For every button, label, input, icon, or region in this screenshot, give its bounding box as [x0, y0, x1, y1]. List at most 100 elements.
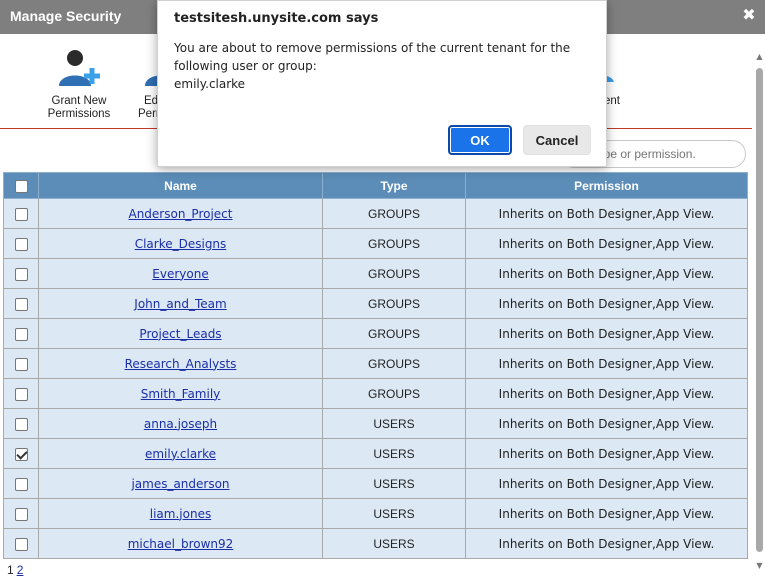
permission-cell: Inherits on Both Designer,App View. — [465, 348, 748, 379]
row-select-cell — [3, 228, 39, 259]
name-link[interactable]: Smith_Family — [141, 387, 221, 401]
name-link[interactable]: anna.joseph — [144, 417, 217, 431]
table-header-row: Name Type Permission — [3, 172, 748, 199]
row-checkbox[interactable] — [14, 387, 28, 401]
permission-cell: Inherits on Both Designer,App View. — [465, 198, 748, 229]
scrollbar-thumb[interactable] — [756, 68, 763, 552]
table-row: John_and_Team GROUPS Inherits on Both Desi… — [3, 288, 748, 319]
row-select-cell — [3, 348, 39, 379]
name-link[interactable]: Clarke_Designs — [135, 237, 227, 251]
permission-cell: Inherits on Both Designer,App View. — [465, 378, 748, 409]
column-header-type[interactable]: Type — [322, 172, 466, 199]
type-cell: USERS — [322, 408, 466, 439]
table-row: anna.joseph USERS Inherits on Both Designe… — [3, 408, 748, 439]
name-cell: anna.joseph — [38, 408, 323, 439]
type-cell: GROUPS — [322, 228, 466, 259]
row-checkbox[interactable] — [14, 537, 28, 551]
scroll-down-icon[interactable]: ▼ — [755, 561, 764, 570]
table-row: emily.clarke USERS Inherits on Both Design… — [3, 438, 748, 469]
name-cell: michael_brown92 — [38, 528, 323, 559]
row-checkbox[interactable] — [14, 327, 28, 341]
row-checkbox[interactable] — [14, 237, 28, 251]
row-select-cell — [3, 528, 39, 559]
row-select-cell — [3, 408, 39, 439]
row-checkbox[interactable] — [14, 477, 28, 491]
dialog-message-text: You are about to remove permissions of t… — [174, 41, 571, 73]
permission-cell: Inherits on Both Designer,App View. — [465, 498, 748, 529]
permission-cell: Inherits on Both Designer,App View. — [465, 468, 748, 499]
name-link[interactable]: james_anderson — [131, 477, 229, 491]
select-all-checkbox[interactable] — [14, 179, 28, 193]
name-link[interactable]: Project_Leads — [139, 327, 221, 341]
name-cell: james_anderson — [38, 468, 323, 499]
row-checkbox[interactable] — [14, 297, 28, 311]
dialog-title: testsitesh.unysite.com says — [174, 11, 379, 26]
row-checkbox[interactable] — [14, 267, 28, 281]
type-cell: USERS — [322, 528, 466, 559]
grant-new-permissions-button[interactable]: Grant New Permissions — [39, 44, 119, 121]
name-cell: Clarke_Designs — [38, 228, 323, 259]
edit-permissions-button[interactable]: Ed Pern — [127, 44, 157, 121]
edit-permissions-label-line1: Ed — [144, 95, 157, 107]
row-checkbox[interactable] — [14, 507, 28, 521]
name-link[interactable]: michael_brown92 — [128, 537, 234, 551]
row-checkbox[interactable] — [14, 357, 28, 371]
type-cell: GROUPS — [322, 378, 466, 409]
user-edit-icon — [145, 75, 157, 86]
table-row: Project_Leads GROUPS Inherits on Both Desi… — [3, 318, 748, 349]
table-row: Clarke_Designs GROUPS Inherits on Both Des… — [3, 228, 748, 259]
vertical-scrollbar[interactable]: ▲ ▼ — [754, 52, 764, 570]
name-cell: Everyone — [38, 258, 323, 289]
permission-cell: Inherits on Both Designer,App View. — [465, 318, 748, 349]
cancel-button[interactable]: Cancel — [523, 125, 591, 155]
permission-cell: Inherits on Both Designer,App View. — [465, 438, 748, 469]
row-checkbox[interactable] — [14, 417, 28, 431]
name-link[interactable]: Research_Analysts — [125, 357, 237, 371]
pager: 12 — [7, 563, 23, 577]
name-link[interactable]: liam.jones — [150, 507, 211, 521]
type-cell: GROUPS — [322, 258, 466, 289]
close-icon[interactable]: ✖ — [741, 7, 757, 23]
row-select-cell — [3, 258, 39, 289]
name-cell: liam.jones — [38, 498, 323, 529]
row-checkbox[interactable] — [14, 447, 28, 461]
pager-current-page: 1 — [7, 563, 14, 577]
row-select-cell — [3, 318, 39, 349]
table-row: Anderson_Project GROUPS Inherits on Both D… — [3, 198, 748, 229]
window-title: Manage Security — [10, 8, 122, 24]
row-select-cell — [3, 378, 39, 409]
name-cell: emily.clarke — [38, 438, 323, 469]
column-header-name[interactable]: Name — [38, 172, 323, 199]
pager-page-link[interactable]: 2 — [17, 563, 24, 577]
table-row: Smith_Family GROUPS Inherits on Both Desig… — [3, 378, 748, 409]
dialog-message: You are about to remove permissions of t… — [174, 39, 584, 93]
row-select-cell — [3, 438, 39, 469]
type-cell: USERS — [322, 498, 466, 529]
row-select-cell — [3, 468, 39, 499]
permission-cell: Inherits on Both Designer,App View. — [465, 408, 748, 439]
grant-new-permissions-label: Grant New Permissions — [47, 95, 111, 120]
type-cell: GROUPS — [322, 348, 466, 379]
name-link[interactable]: Anderson_Project — [128, 207, 232, 221]
type-cell: USERS — [322, 438, 466, 469]
user-add-icon — [59, 50, 100, 86]
ok-button[interactable]: OK — [448, 125, 512, 155]
permissions-table: Name Type Permission Anderson_Project GRO… — [3, 172, 748, 559]
type-cell: USERS — [322, 468, 466, 499]
name-link[interactable]: John_and_Team — [134, 297, 226, 311]
permission-cell: Inherits on Both Designer,App View. — [465, 228, 748, 259]
table-row: liam.jones USERS Inherits on Both Designer… — [3, 498, 748, 529]
row-select-cell — [3, 288, 39, 319]
column-header-permission[interactable]: Permission — [465, 172, 748, 199]
name-link[interactable]: emily.clarke — [145, 447, 216, 461]
row-select-cell — [3, 198, 39, 229]
name-link[interactable]: Everyone — [152, 267, 208, 281]
scroll-up-icon[interactable]: ▲ — [755, 52, 764, 61]
row-checkbox[interactable] — [14, 207, 28, 221]
row-select-cell — [3, 498, 39, 529]
type-cell: GROUPS — [322, 198, 466, 229]
name-cell: Smith_Family — [38, 378, 323, 409]
table-row: michael_brown92 USERS Inherits on Both Des… — [3, 528, 748, 559]
table-row: james_anderson USERS Inherits on Both Desi… — [3, 468, 748, 499]
type-cell: GROUPS — [322, 318, 466, 349]
